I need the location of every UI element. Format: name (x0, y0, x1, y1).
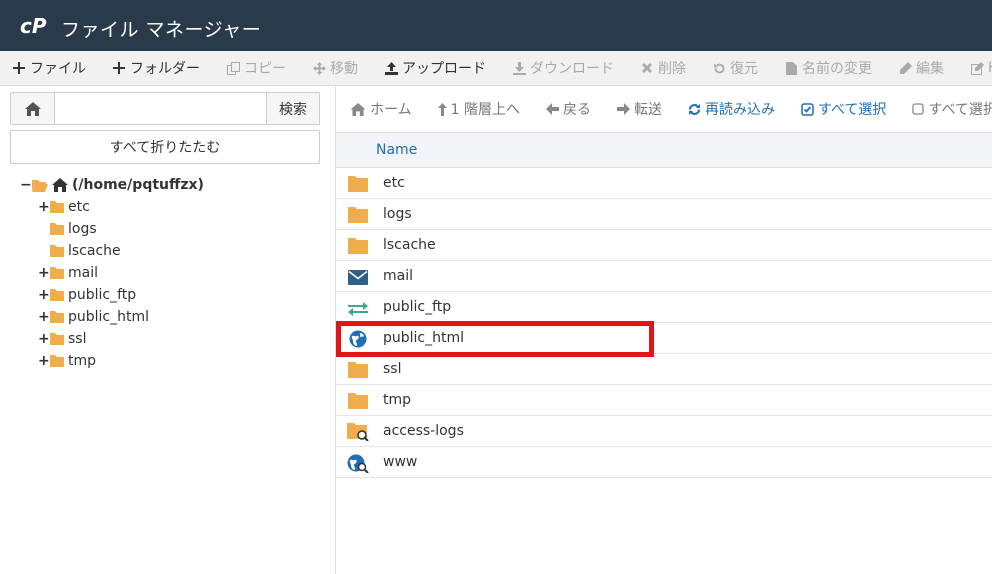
tree-item-lscache[interactable]: lscache (38, 240, 121, 262)
tree-item-tmp[interactable]: + tmp (38, 350, 96, 372)
tree-item-mail[interactable]: + mail (38, 262, 98, 284)
table-row[interactable]: lscache (336, 230, 992, 261)
download-button[interactable]: ダウンロード (499, 51, 627, 85)
column-header-name[interactable]: Name (336, 132, 992, 168)
folder-icon (50, 311, 64, 323)
annotation-highlight-box (336, 321, 654, 357)
arrow-right-icon (616, 103, 630, 115)
plus-icon[interactable]: + (38, 199, 50, 215)
folder-icon (50, 201, 64, 213)
table-row[interactable]: access-logs (336, 416, 992, 447)
cpanel-logo-icon: cP (20, 16, 47, 36)
delete-button[interactable]: 削除 (627, 51, 699, 85)
html-editor-button[interactable]: H (957, 51, 992, 85)
search-bar: 検索 (10, 92, 320, 125)
folder-icon (50, 289, 64, 301)
arrow-left-icon (545, 103, 559, 115)
folder-icon (50, 267, 64, 279)
folder-link-icon (347, 423, 369, 441)
edit-button[interactable]: 編集 (885, 51, 957, 85)
upload-button[interactable]: アップロード (371, 51, 499, 85)
tree-item-public-ftp[interactable]: + public_ftp (38, 284, 136, 306)
folder-open-icon (32, 179, 48, 192)
folder-icon (347, 361, 369, 379)
move-button[interactable]: 移動 (299, 51, 371, 85)
home-icon (52, 178, 68, 192)
svg-text:cP: cP (20, 16, 47, 36)
left-panel: 検索 すべて折りたたむ − (/home/pqtuffzx) + etc log… (0, 86, 330, 574)
table-row[interactable]: tmp (336, 385, 992, 416)
table-row[interactable]: ssl (336, 354, 992, 385)
search-button[interactable]: 検索 (266, 93, 319, 124)
folder-icon (50, 245, 64, 257)
folder-icon (347, 206, 369, 224)
table-row[interactable]: etc (336, 168, 992, 199)
folder-icon (347, 392, 369, 410)
minus-icon[interactable]: − (20, 177, 32, 193)
table-row[interactable]: public_ftp (336, 292, 992, 323)
copy-button[interactable]: コピー (213, 51, 299, 85)
move-icon (312, 61, 326, 75)
tree-item-logs[interactable]: logs (38, 218, 97, 240)
file-list: Name etc logs lscache mail public_ftp pu… (336, 132, 992, 478)
globe-link-icon (347, 454, 369, 473)
table-row[interactable]: logs (336, 199, 992, 230)
level-up-icon (437, 102, 447, 116)
delete-icon (640, 61, 654, 75)
pencil-icon (898, 61, 912, 75)
app-title: ファイル マネージャー (61, 19, 262, 41)
toolbar: ファイル フォルダー コピー 移動 アップロード ダウンロード 削除 復元 名前… (0, 51, 992, 86)
table-row[interactable]: mail (336, 261, 992, 292)
checkbox-checked-icon (801, 102, 814, 116)
plus-icon[interactable]: + (38, 331, 50, 347)
file-icon (784, 61, 798, 75)
nav-up-one-level-button[interactable]: 1 階層上へ (425, 99, 533, 119)
folder-icon (347, 175, 369, 193)
download-icon (512, 61, 526, 75)
folder-icon (347, 237, 369, 255)
checkbox-empty-icon (912, 103, 925, 115)
restore-icon (712, 61, 726, 75)
folder-icon (50, 333, 64, 345)
collapse-all-button[interactable]: すべて折りたたむ (10, 130, 320, 164)
transfer-icon (347, 299, 369, 317)
tree-item-etc[interactable]: + etc (38, 196, 90, 218)
nav-home-button[interactable]: ホーム (336, 99, 425, 119)
new-file-button[interactable]: ファイル (0, 51, 99, 85)
nav-forward-button[interactable]: 転送 (604, 99, 675, 119)
plus-icon[interactable]: + (38, 265, 50, 281)
table-row[interactable]: www (336, 447, 992, 478)
rename-button[interactable]: 名前の変更 (771, 51, 885, 85)
tree-root[interactable]: − (/home/pqtuffzx) (20, 174, 204, 196)
plus-icon[interactable]: + (38, 309, 50, 325)
mail-icon (347, 268, 369, 286)
nav-reload-button[interactable]: 再読み込み (675, 99, 788, 119)
app-header: cP ファイル マネージャー (0, 0, 992, 51)
navigation-bar: ホーム 1 階層上へ 戻る 転送 再読み込み すべて選択 すべて選択 (336, 86, 992, 132)
search-input[interactable] (55, 93, 266, 124)
home-icon (350, 102, 366, 116)
plus-icon (12, 61, 26, 75)
home-icon (24, 101, 41, 116)
nav-back-button[interactable]: 戻る (533, 99, 604, 119)
restore-button[interactable]: 復元 (699, 51, 771, 85)
tree-item-public-html[interactable]: + public_html (38, 306, 149, 328)
plus-icon (112, 61, 126, 75)
folder-icon (50, 355, 64, 367)
nav-deselect-all-button[interactable]: すべて選択 (899, 99, 992, 119)
home-button[interactable] (11, 93, 55, 124)
upload-icon (384, 61, 398, 75)
copy-icon (226, 61, 240, 75)
nav-select-all-button[interactable]: すべて選択 (788, 99, 899, 119)
plus-icon[interactable]: + (38, 353, 50, 369)
tree-item-ssl[interactable]: + ssl (38, 328, 86, 350)
new-folder-button[interactable]: フォルダー (99, 51, 213, 85)
refresh-icon (688, 103, 701, 116)
edit-icon (970, 61, 984, 75)
folder-icon (50, 223, 64, 235)
plus-icon[interactable]: + (38, 287, 50, 303)
